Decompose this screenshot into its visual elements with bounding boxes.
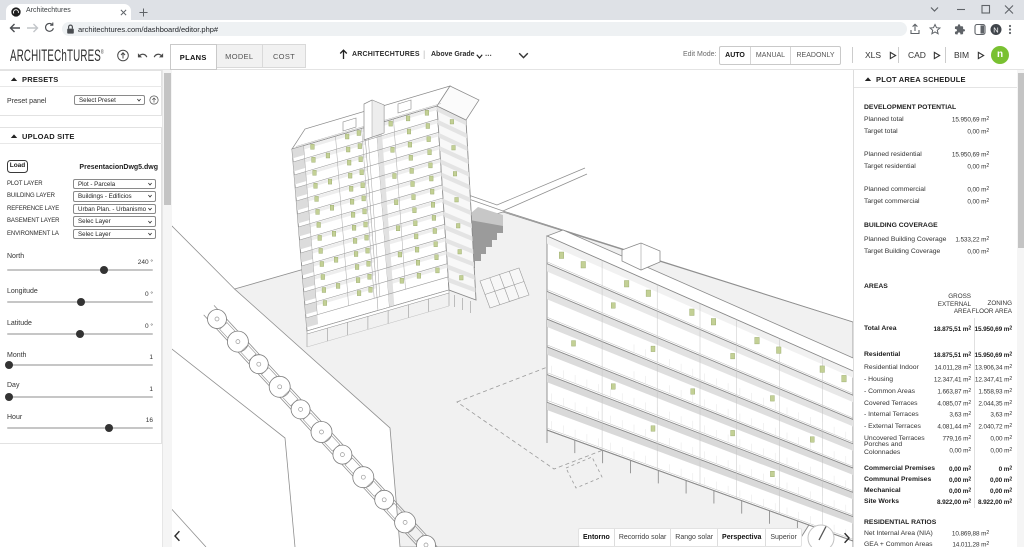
svg-text:N: N [993,25,998,34]
